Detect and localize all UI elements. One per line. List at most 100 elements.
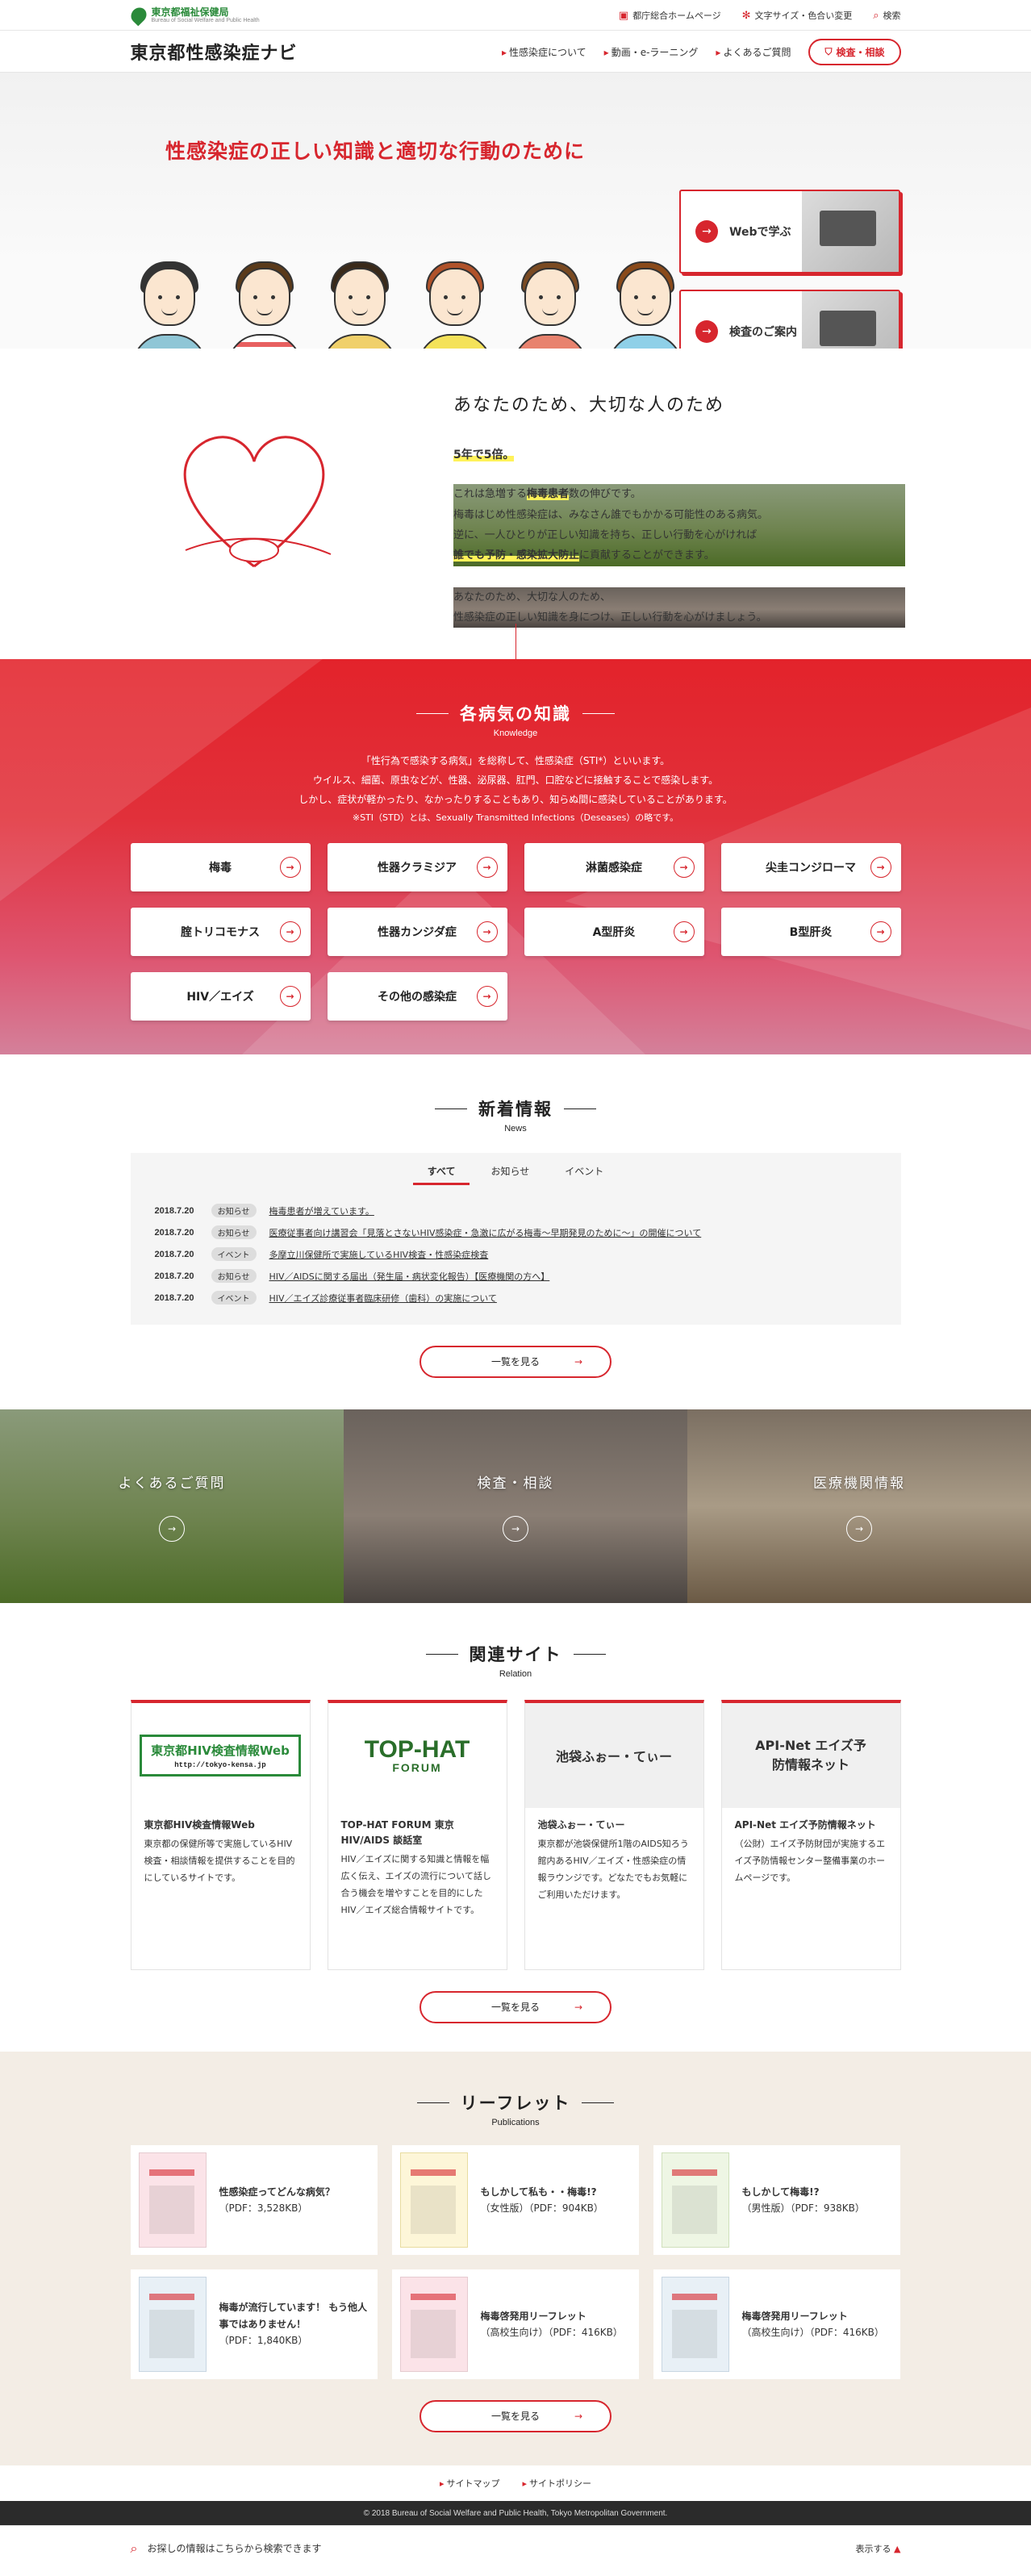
arrow-right-icon: →: [476, 921, 498, 942]
site-header: 東京都性感染症ナビ 性感染症について 動画・e-ラーニング よくあるご質問 ⛉検…: [0, 31, 1031, 73]
news-link[interactable]: 梅毒患者が増えています。: [269, 1204, 374, 1217]
kensa-guide-button[interactable]: → 検査のご案内: [679, 290, 900, 349]
person-illustration: [415, 260, 495, 349]
kensa-photo-link[interactable]: 検査・相談 →: [344, 1409, 687, 1603]
gear-icon: ✻: [741, 9, 751, 22]
arrow-right-icon: →: [695, 320, 718, 343]
arrow-right-icon: →: [503, 1515, 528, 1542]
relation-card[interactable]: TOP-HAT FORUM TOP-HAT FORUM 東京HIV/AIDS 談話…: [327, 1700, 507, 1970]
card-title: TOP-HAT FORUM 東京HIV/AIDS 談話室: [340, 1819, 454, 1847]
person-illustration: [510, 260, 591, 349]
leaflet-more-button[interactable]: 一覧を見る: [419, 2400, 612, 2432]
relation-card[interactable]: 東京都HIV検査情報Web http://tokyo-kensa.jp 東京都HI…: [130, 1700, 311, 1970]
leaflet-card[interactable]: もしかして私も・・梅毒!? （女性版）（PDF：904KB）: [391, 2145, 639, 2255]
util-link-textsize[interactable]: ✻ 文字サイズ・色合い変更: [742, 9, 853, 22]
news-link[interactable]: 医療従事者向け講習会「見落とさないHIV感染症・急激に広がる梅毒～早期発見のため…: [269, 1226, 702, 1239]
news-item: 2018.7.20 イベント HIV／エイズ診療従事者臨床研修（歯科）の実施について: [155, 1287, 877, 1309]
news-link[interactable]: HIV／AIDSに関する届出（発生届・病状変化報告）【医療機関の方へ】: [269, 1270, 550, 1283]
tophat-logo: TOP-HAT FORUM: [364, 1736, 470, 1774]
clipboard-photo: [802, 291, 899, 349]
search-toggle[interactable]: 表示する: [856, 2542, 901, 2555]
disease-button-trichomonas[interactable]: 腟トリコモナス →: [130, 908, 311, 956]
leaflet-card[interactable]: もしかして梅毒!? （男性版）（PDF：938KB）: [653, 2145, 900, 2255]
disease-button-hepatitis-b[interactable]: B型肝炎 →: [720, 908, 901, 956]
disease-button-chlamydia[interactable]: 性器クラミジア →: [327, 843, 507, 891]
disease-button-hepatitis-a[interactable]: A型肝炎 →: [524, 908, 704, 956]
knowledge-section: 各病気の知識 Knowledge 「性行為で感染する病気」を総称して、性感染症（…: [0, 659, 1031, 1054]
arrow-right-icon: →: [673, 921, 695, 942]
leaflet-card[interactable]: 梅毒が流行しています！ もう他人事ではありません！ （PDF：1,840KB）: [130, 2269, 378, 2379]
disease-button-gonorrhea[interactable]: 淋菌感染症 →: [524, 843, 704, 891]
intro-text: 性感染症の正しい知識を身につけ、正しい行動を心がけましょう。: [453, 611, 767, 624]
hero: 性感染症の正しい知識と適切な行動のために → Webで学ぶ → 検査のご案内: [0, 73, 1031, 349]
util-link-tocho[interactable]: ▣ 都庁総合ホームページ: [619, 9, 721, 22]
relation-card[interactable]: API-Net エイズ予防情報ネット API-Net エイズ予防情報ネット （公財…: [720, 1700, 901, 1970]
tab-notice[interactable]: お知らせ: [476, 1159, 544, 1185]
kensa-button[interactable]: ⛉ 検査・相談: [808, 38, 901, 65]
intro-text: に貢献することができます。: [579, 549, 715, 562]
category-badge: イベント: [211, 1291, 257, 1305]
disease-button-hiv[interactable]: HIV／エイズ →: [130, 972, 311, 1021]
category-badge: お知らせ: [211, 1204, 257, 1217]
medical-photo-link[interactable]: 医療機関情報 →: [687, 1409, 1031, 1603]
news-link[interactable]: 多摩立川保健所で実施しているHIV検査・性感染症検査: [269, 1248, 489, 1261]
heart-handshake-illustration: [183, 436, 332, 568]
laptop-photo: [802, 191, 899, 272]
hero-title: 性感染症の正しい知識と適切な行動のために: [165, 140, 586, 163]
disease-button-syphilis[interactable]: 梅毒 →: [130, 843, 311, 891]
arrow-right-icon: →: [476, 857, 498, 878]
person-illustration: [605, 260, 686, 349]
footer-link-policy[interactable]: サイトポリシー: [523, 2477, 591, 2490]
relation-title: 関連サイト: [426, 1642, 606, 1666]
search-icon: ⌕: [873, 9, 879, 22]
faq-photo-link[interactable]: よくあるご質問 →: [0, 1409, 344, 1603]
intro-text: これは急増する: [453, 488, 528, 501]
leaflet-title: リーフレット: [417, 2090, 615, 2115]
disease-button-candida[interactable]: 性器カンジダ症 →: [327, 908, 507, 956]
apinet-logo: API-Net エイズ予防情報ネット: [755, 1738, 866, 1772]
bureau-logo[interactable]: 東京都福祉保健局 Bureau of Social Welfare and Pu…: [127, 4, 260, 27]
nav-item-video[interactable]: 動画・e-ラーニング: [604, 45, 699, 59]
intro-text: 逆に、一人ひとりが正しい知識を持ち、正しい行動を心がければ: [453, 528, 758, 541]
leaflet-card[interactable]: 性感染症ってどんな病気？ （PDF：3,528KB）: [130, 2145, 378, 2255]
intro-text: 梅毒はじめ性感染症は、みなさん誰でもかかる可能性のある病気。: [453, 508, 769, 521]
web-learn-button[interactable]: → Webで学ぶ: [679, 190, 900, 273]
news-more-button[interactable]: 一覧を見る: [419, 1346, 612, 1378]
card-title: API-Net エイズ予防情報ネット: [734, 1819, 876, 1831]
tab-event[interactable]: イベント: [550, 1159, 618, 1185]
site-title[interactable]: 東京都性感染症ナビ: [131, 39, 298, 65]
news-item: 2018.7.20 お知らせ HIV／AIDSに関する届出（発生届・病状変化報告）【…: [155, 1265, 877, 1287]
leaflet-thumbnail: [661, 2152, 729, 2248]
bureau-leaf-icon: [127, 4, 149, 27]
leaflet-thumbnail: [399, 2277, 468, 2372]
news-link[interactable]: HIV／エイズ診療従事者臨床研修（歯科）の実施について: [269, 1292, 497, 1305]
nav-item-faq[interactable]: よくあるご質問: [716, 45, 791, 59]
tab-all[interactable]: すべて: [412, 1159, 470, 1185]
arrow-right-icon: →: [279, 857, 301, 878]
utility-bar: 東京都福祉保健局 Bureau of Social Welfare and Pu…: [0, 0, 1031, 31]
arrow-right-icon: →: [476, 986, 498, 1007]
util-link-search[interactable]: ⌕ 検索: [873, 9, 900, 22]
knowledge-title: 各病気の知識: [416, 701, 615, 725]
intro-heading: あなたのため、大切な人のため: [453, 395, 725, 415]
intro-section: あなたのため、大切な人のため 5年で5倍。 これは急増する梅毒患者数の伸びです。…: [0, 349, 1031, 659]
person-illustration: [224, 260, 305, 349]
leaflet-section: リーフレット Publications 性感染症ってどんな病気？ （PDF：3,5…: [0, 2052, 1031, 2465]
relation-more-button[interactable]: 一覧を見る: [419, 1991, 612, 2023]
search-bar-text[interactable]: お探しの情報はこちらから検索できます: [147, 2541, 321, 2555]
intro-emphasis: 5年で5倍。: [453, 448, 515, 461]
person-icon: ⛉: [824, 45, 833, 57]
relation-card[interactable]: 池袋ふぉー・てぃー 池袋ふぉー・てぃー 東京都が池袋保健所1階のAIDS知ろう館内…: [524, 1700, 704, 1970]
photo-links: よくあるご質問 → 検査・相談 → 医療機関情報 →: [0, 1409, 1031, 1603]
footer-links: サイトマップ サイトポリシー: [0, 2465, 1031, 2501]
people-illustration: [129, 260, 686, 349]
leaflet-card[interactable]: 梅毒啓発用リーフレット （高校生向け）（PDF：416KB）: [391, 2269, 639, 2379]
card-title: 池袋ふぉー・てぃー: [537, 1819, 625, 1831]
ikebukuro-logo: 池袋ふぉー・てぃー: [555, 1749, 672, 1764]
card-desc: （公財）エイズ予防財団が実施するエイズ予防情報センター整備事業のホームページです…: [734, 1839, 886, 1883]
nav-item-about[interactable]: 性感染症について: [502, 45, 586, 59]
disease-button-condyloma[interactable]: 尖圭コンジローマ →: [720, 843, 901, 891]
leaflet-card[interactable]: 梅毒啓発用リーフレット （高校生向け）（PDF：416KB）: [653, 2269, 900, 2379]
disease-button-other[interactable]: その他の感染症 →: [327, 972, 507, 1021]
footer-link-sitemap[interactable]: サイトマップ: [440, 2477, 500, 2490]
